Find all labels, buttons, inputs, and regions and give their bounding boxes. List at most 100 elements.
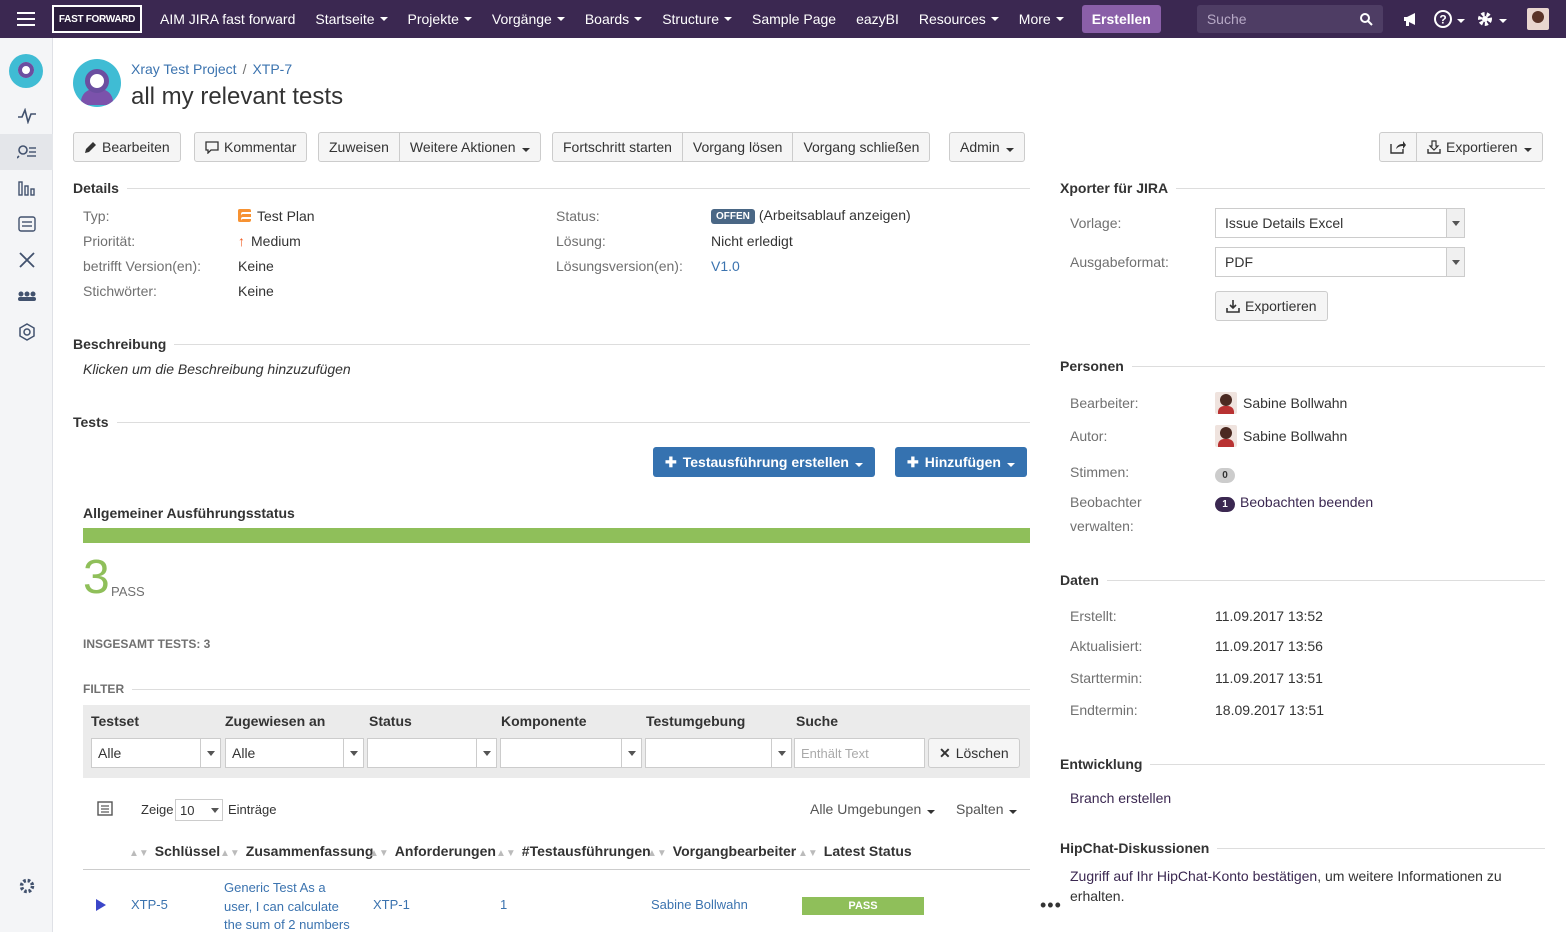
hipchat-confirm-link[interactable]: Zugriff auf Ihr HipChat-Konto bestätigen bbox=[1070, 868, 1317, 884]
nav-title[interactable]: AIM JIRA fast forward bbox=[150, 0, 305, 38]
user-avatar[interactable] bbox=[1526, 8, 1549, 30]
start-progress-button[interactable]: Fortschritt starten bbox=[553, 133, 683, 161]
fix-version-link[interactable]: V1.0 bbox=[711, 258, 740, 274]
gear-icon[interactable] bbox=[1471, 0, 1513, 38]
nav-item-sample-page[interactable]: Sample Page bbox=[742, 0, 846, 38]
help-icon[interactable]: ? bbox=[1429, 0, 1471, 38]
status-select[interactable] bbox=[367, 738, 497, 768]
components-icon[interactable] bbox=[0, 206, 53, 242]
project-avatar-small[interactable] bbox=[9, 54, 43, 88]
addons-icon[interactable] bbox=[0, 314, 53, 350]
description-placeholder[interactable]: Klicken um die Beschreibung hinzuzufügen bbox=[83, 361, 351, 377]
chevron-down-icon bbox=[771, 739, 791, 767]
output-format-select[interactable]: PDF bbox=[1215, 247, 1465, 277]
chevron-down-icon bbox=[921, 801, 935, 817]
close-issue-button[interactable]: Vorgang schließen bbox=[793, 133, 929, 161]
breadcrumb-issue-key-link[interactable]: XTP-7 bbox=[252, 61, 292, 77]
search-filter-input[interactable]: Enthält Text bbox=[794, 738, 925, 768]
column-header-key[interactable]: ▲▼ Schlüssel bbox=[129, 843, 220, 859]
nav-item-more[interactable]: More bbox=[1009, 0, 1074, 38]
row-executions-link[interactable]: 1 bbox=[500, 897, 507, 912]
nav-item-structure[interactable]: Structure bbox=[652, 0, 742, 38]
reporter-value[interactable]: Sabine Bollwahn bbox=[1215, 425, 1347, 447]
labels-value[interactable]: Keine bbox=[238, 283, 274, 299]
column-header-assignee[interactable]: ▲▼ Vorgangbearbeiter bbox=[647, 843, 796, 859]
stop-watching-link[interactable]: Beobachten beenden bbox=[1240, 494, 1373, 510]
expand-row-icon[interactable] bbox=[96, 898, 106, 914]
view-workflow-link[interactable]: (Arbeitsablauf anzeigen) bbox=[759, 207, 911, 223]
assignee-value[interactable]: Sabine Bollwahn bbox=[1215, 392, 1347, 414]
updated-value: 11.09.2017 13:56 bbox=[1215, 638, 1323, 654]
nav-item-projekte[interactable]: Projekte bbox=[398, 0, 482, 38]
column-header-latest-status[interactable]: ▲▼ Latest Status bbox=[798, 843, 912, 859]
megaphone-icon[interactable] bbox=[1393, 0, 1429, 38]
people-heading-label: Personen bbox=[1060, 358, 1124, 374]
more-options-icon[interactable]: ••• bbox=[1040, 896, 1062, 914]
team-icon[interactable] bbox=[0, 278, 53, 314]
votes-badge[interactable]: 0 bbox=[1215, 465, 1235, 483]
nav-item-startseite[interactable]: Startseite bbox=[305, 0, 397, 38]
page-size-select[interactable]: 10 bbox=[175, 799, 223, 821]
testset-select[interactable]: Alle bbox=[91, 738, 221, 768]
pass-bar-fill bbox=[83, 528, 1030, 543]
column-header-requirements[interactable]: ▲▼ Anforderungen bbox=[369, 843, 496, 859]
search-input[interactable]: Suche bbox=[1196, 5, 1383, 33]
column-header-summary[interactable]: ▲▼ Zusammenfassung bbox=[220, 843, 373, 859]
xporter-heading[interactable]: Xporter für JIRA bbox=[1060, 180, 1545, 196]
row-requirement-link[interactable]: XTP-1 bbox=[373, 897, 410, 912]
all-environments-dropdown[interactable]: Alle Umgebungen bbox=[810, 801, 935, 817]
create-branch-link[interactable]: Branch erstellen bbox=[1070, 790, 1171, 806]
environment-select[interactable] bbox=[645, 738, 792, 768]
people-heading[interactable]: Personen bbox=[1060, 358, 1545, 374]
row-summary-link[interactable]: Generic Test As a user, I can calculate … bbox=[224, 879, 350, 935]
clear-filter-button[interactable]: ✕ Löschen bbox=[928, 738, 1020, 768]
edit-button[interactable]: Bearbeiten bbox=[73, 132, 181, 162]
table-view-icon[interactable] bbox=[97, 801, 115, 820]
nav-item-resources[interactable]: Resources bbox=[909, 0, 1009, 38]
xporter-export-button[interactable]: Exportieren bbox=[1215, 291, 1328, 321]
issues-search-icon[interactable] bbox=[0, 134, 53, 170]
admin-button[interactable]: Admin bbox=[949, 132, 1025, 162]
create-test-execution-button[interactable]: ✚ Testausführung erstellen bbox=[653, 447, 875, 477]
row-key-link[interactable]: XTP-5 bbox=[131, 897, 168, 912]
breadcrumb-project-link[interactable]: Xray Test Project bbox=[131, 61, 237, 77]
votes-label: Stimmen: bbox=[1070, 464, 1130, 480]
issue-summary[interactable]: all my relevant tests bbox=[131, 83, 343, 111]
share-button[interactable] bbox=[1380, 133, 1417, 161]
activity-icon[interactable] bbox=[0, 98, 53, 134]
component-select[interactable] bbox=[500, 738, 642, 768]
columns-dropdown[interactable]: Spalten bbox=[956, 801, 1017, 817]
create-button[interactable]: Erstellen bbox=[1081, 5, 1161, 33]
template-select[interactable]: Issue Details Excel bbox=[1215, 208, 1465, 238]
testset-filter-label: Testset bbox=[91, 713, 139, 729]
reports-icon[interactable] bbox=[0, 170, 53, 206]
column-header-executions[interactable]: ▲▼ #Testausführungen bbox=[496, 843, 651, 859]
comment-button[interactable]: Kommentar bbox=[194, 132, 308, 162]
details-heading[interactable]: Details bbox=[73, 180, 1030, 196]
assignee-select[interactable]: Alle bbox=[225, 738, 364, 768]
user-avatar bbox=[1215, 425, 1237, 447]
menu-icon[interactable] bbox=[0, 0, 52, 38]
project-settings-icon[interactable] bbox=[0, 868, 53, 904]
nav-item-boards[interactable]: Boards bbox=[575, 0, 652, 38]
development-heading[interactable]: Entwicklung bbox=[1060, 756, 1545, 772]
resolve-issue-button[interactable]: Vorgang lösen bbox=[683, 133, 794, 161]
assign-button[interactable]: Zuweisen bbox=[319, 133, 400, 161]
hipchat-heading[interactable]: HipChat-Diskussionen bbox=[1060, 840, 1545, 856]
overall-status-bar[interactable] bbox=[83, 528, 1030, 543]
tests-heading[interactable]: Tests bbox=[73, 414, 1030, 430]
export-dropdown-button[interactable]: Exportieren bbox=[1417, 133, 1542, 161]
dates-heading[interactable]: Daten bbox=[1060, 572, 1545, 588]
nav-item-eazybi[interactable]: eazyBI bbox=[846, 0, 909, 38]
watchers-count[interactable]: 1 bbox=[1215, 497, 1235, 512]
nav-item-vorg-nge[interactable]: Vorgänge bbox=[482, 0, 575, 38]
xray-icon[interactable] bbox=[0, 242, 53, 278]
add-tests-button[interactable]: ✚ Hinzufügen bbox=[895, 447, 1027, 477]
row-assignee-link[interactable]: Sabine Bollwahn bbox=[651, 897, 748, 912]
pass-label: PASS bbox=[111, 584, 145, 599]
app-logo[interactable]: FAST FORWARD bbox=[52, 5, 142, 33]
end-date-value: 18.09.2017 13:51 bbox=[1215, 702, 1324, 718]
more-actions-button[interactable]: Weitere Aktionen bbox=[400, 133, 540, 161]
description-heading[interactable]: Beschreibung bbox=[73, 336, 1030, 352]
project-avatar[interactable] bbox=[73, 59, 121, 107]
